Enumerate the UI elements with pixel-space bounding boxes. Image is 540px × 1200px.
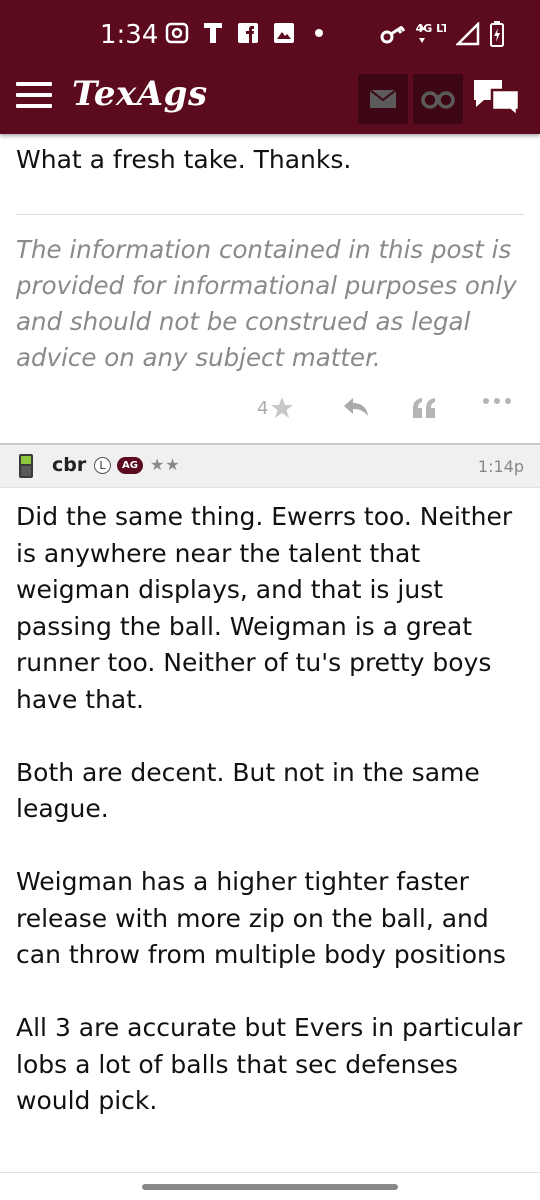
previous-post-signature: The information contained in this post i… [16,235,517,372]
svg-text:4G LTE: 4G LTE [416,22,446,35]
mail-icon [369,89,397,108]
star-icon [271,397,294,418]
phone-icon [19,454,33,478]
post-paragraph: All 3 are accurate but Evers in particul… [16,1013,523,1115]
reply-button[interactable] [342,396,370,418]
status-system-icons: 4G LTE [380,20,504,48]
binoculars-button[interactable] [413,74,463,124]
binoculars-icon [421,91,455,109]
star-rating-button[interactable]: 4 [257,396,294,420]
previous-post-text: What a fresh take. Thanks. [16,145,352,174]
menu-icon[interactable] [16,82,52,112]
quote-icon [413,398,435,418]
post-header: cbr L AG ★★ 1:14p [0,445,540,488]
signature-separator [16,214,524,215]
badge-l: L [94,457,111,474]
reply-icon [344,398,368,416]
more-options-icon [483,398,511,404]
post-body: Did the same thing. Ewerrs too. Neither … [16,499,531,1156]
status-time: 1:34 [100,20,159,50]
t-mobile-icon [204,23,222,43]
username[interactable]: cbr [52,454,86,476]
network-4g-icon: 4G LTE [416,22,446,43]
screen-record-icon [165,22,189,44]
signal-icon [456,22,480,46]
post-paragraph: Weigman has a higher tighter faster rele… [16,867,506,969]
chat-icon [474,80,521,119]
chat-button[interactable] [472,76,522,122]
image-icon [274,23,294,43]
facebook-icon [238,23,258,43]
battery-charging-icon [490,21,504,47]
dot-icon [315,29,323,37]
post-time: 1:14p [477,457,524,476]
quote-button[interactable] [411,396,437,420]
post-paragraph: Both are decent. But not in the same lea… [16,757,480,824]
mail-button[interactable] [358,74,408,124]
post-paragraph: Did the same thing. Ewerrs too. Neither … [16,502,513,714]
star-count: 4 [257,397,269,419]
texags-logo[interactable]: TexAgs [72,74,208,114]
status-notification-icons [165,22,323,44]
home-indicator[interactable] [142,1184,398,1190]
vpn-key-icon [380,25,406,44]
status-bar: 1:34 4G LTE [0,0,540,62]
post-actions: 4 [0,396,540,426]
badge-ag: AG [117,457,143,474]
user-stars: ★★ [150,455,181,474]
more-options-button[interactable] [482,396,512,406]
app-header: TexAgs [0,62,540,134]
post-bottom-divider [0,1172,540,1173]
